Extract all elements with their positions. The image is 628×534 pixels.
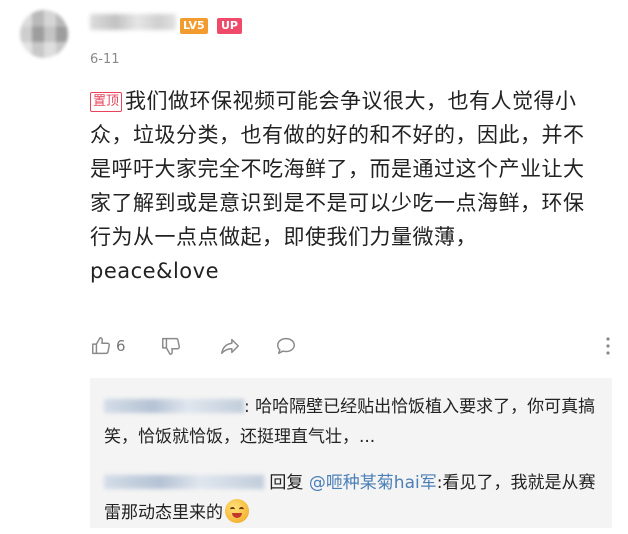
dislike-button[interactable] <box>160 332 182 360</box>
comment-body: 置顶 我们做环保视频可能会争议很大，也有人觉得小众，垃圾分类，也有做的好的和不好的… <box>90 84 605 288</box>
share-icon <box>218 335 242 357</box>
level-badge: LV5 <box>180 18 208 34</box>
reply-bubble-icon <box>274 335 298 357</box>
like-button[interactable]: 6 <box>90 332 126 360</box>
reply-item[interactable]: : 哈哈隔壁已经贴出恰饭植入要求了，你可真搞笑，恰饭就恰饭，还挺理直气壮，... <box>104 392 599 452</box>
comment-text: 我们做环保视频可能会争议很大，也有人觉得小众，垃圾分类，也有做的好的和不好的，因… <box>90 89 585 249</box>
comment-date: 6-11 <box>90 52 120 67</box>
like-count: 6 <box>116 337 126 355</box>
thumbs-down-icon <box>160 335 182 357</box>
thumbs-up-icon <box>90 335 112 357</box>
reply-button[interactable] <box>274 332 298 360</box>
reply-label: 回复 <box>269 473 304 493</box>
pinned-tag: 置顶 <box>90 92 123 112</box>
reply-username-blurred[interactable] <box>104 475 264 489</box>
reply-separator: : <box>244 397 250 417</box>
comment-actions: 6 <box>90 332 615 360</box>
reply-username-blurred[interactable] <box>104 399 244 413</box>
commenter-avatar[interactable] <box>20 10 68 58</box>
grinning-face-emoji <box>225 499 249 523</box>
more-vertical-icon[interactable] <box>605 336 611 360</box>
comment-text-end: peace&love <box>90 259 219 283</box>
commenter-username-blurred[interactable] <box>90 14 176 30</box>
reply-item[interactable]: 回复 @咂种某菊hai军:看见了，我就是从赛雷那动态里来的 <box>104 468 599 528</box>
reply-mention[interactable]: @咂种某菊hai军 <box>309 473 437 493</box>
up-badge: UP <box>217 18 242 34</box>
replies-panel: : 哈哈隔壁已经贴出恰饭植入要求了，你可真搞笑，恰饭就恰饭，还挺理直气壮，...… <box>90 378 612 528</box>
share-button[interactable] <box>218 332 242 360</box>
